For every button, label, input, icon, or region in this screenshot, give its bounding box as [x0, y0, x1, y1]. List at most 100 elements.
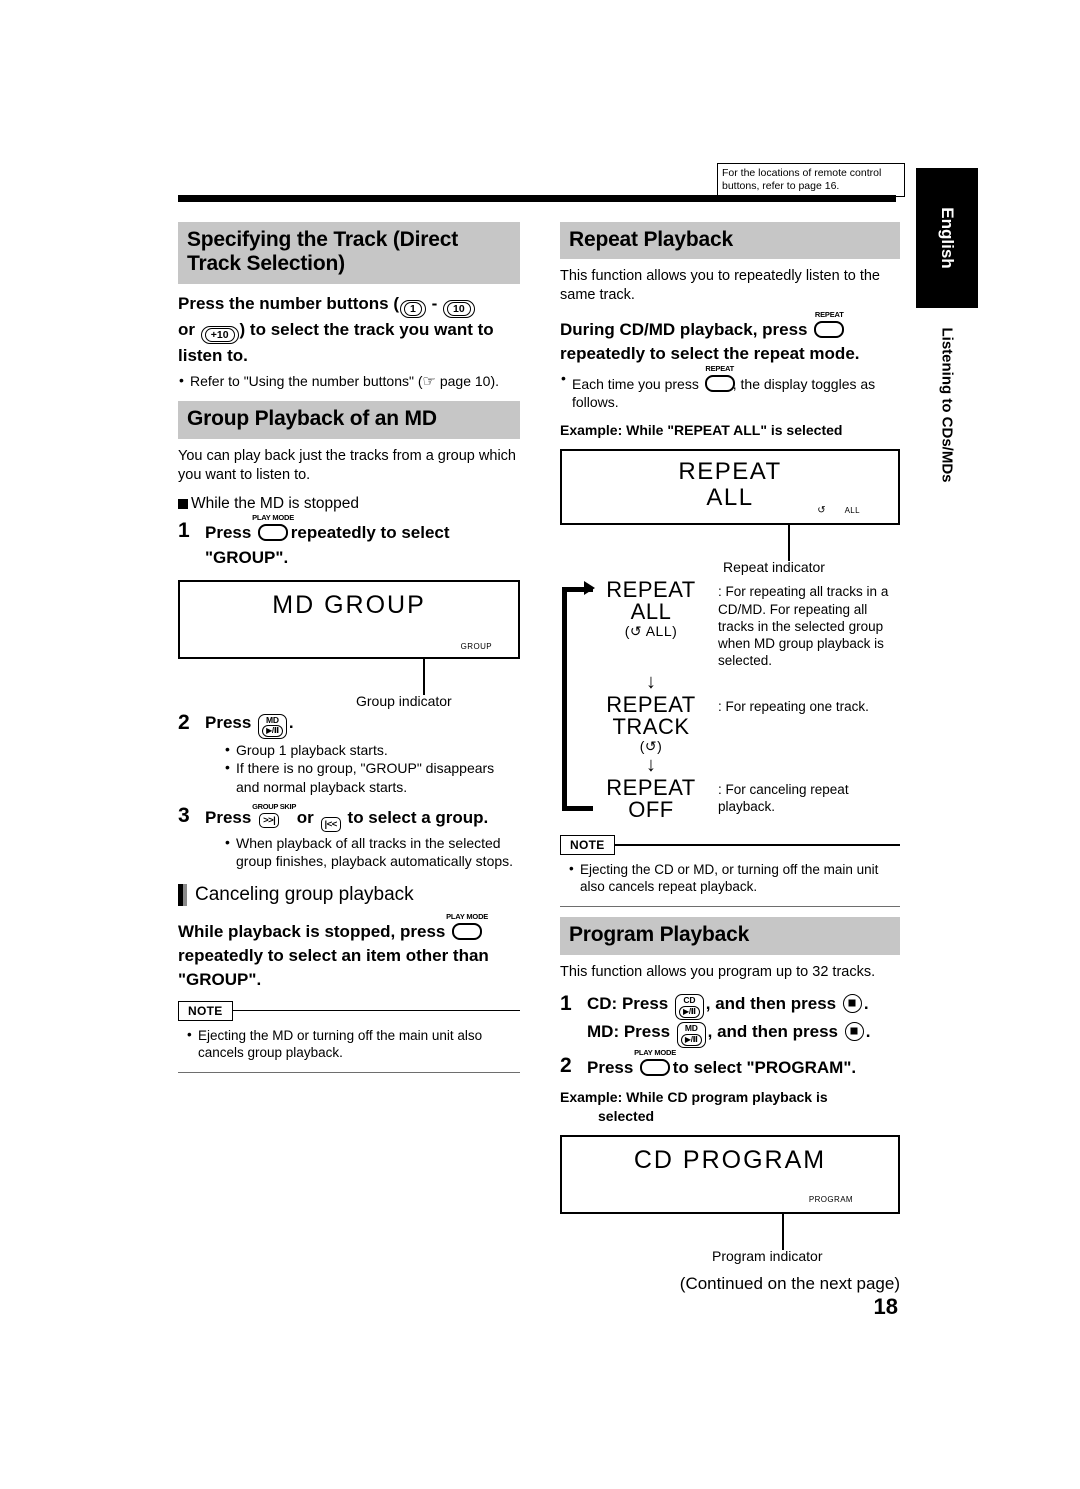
section-title-program-playback: Program Playback [560, 917, 900, 955]
play-pause-icon: ▶/Ⅱ [679, 1005, 700, 1018]
program-step-2: 2 Press PLAY MODE to select "PROGRAM". [560, 1049, 900, 1081]
language-tab: English [916, 168, 978, 308]
direct-track-bullets: Refer to "Using the number buttons" (☞ p… [178, 371, 520, 392]
program-indicator-icon: PROGRAM [808, 1194, 853, 1204]
step-3: 3 Press GROUP SKIP >>| or |<< to select … [178, 803, 520, 832]
cd-text-c: . [863, 993, 869, 1013]
cycle-label: REPEAT ALL (↺ ALL) [592, 579, 710, 669]
number-button-1-icon[interactable]: 1 [400, 299, 426, 318]
step-1: 1 Press PLAY MODE repeatedly to select "… [178, 514, 520, 570]
note-label: NOTE [178, 1000, 233, 1021]
subsection-bar-icon [178, 884, 187, 907]
canceling-instruction: While playback is stopped, press PLAY MO… [178, 913, 520, 992]
manual-page: For the locations of remote control butt… [0, 0, 1080, 1489]
range-dash: - [431, 293, 438, 313]
repeat-loop-indicator-icon: ↺ [817, 505, 826, 517]
stop-button-icon[interactable] [844, 1021, 864, 1041]
group-skip-forward-button-icon[interactable]: GROUP SKIP >>| [252, 803, 296, 828]
bullet-text-b: page 10). [439, 372, 500, 389]
number-button-1-label: 1 [404, 301, 422, 316]
list-item: Refer to "Using the number buttons" (☞ p… [178, 371, 520, 392]
cycle-description: : For repeating one track. [718, 698, 869, 714]
play-pause-icon: ▶/Ⅱ [680, 1033, 702, 1046]
step-text-a: Press [205, 807, 252, 827]
direct-track-instruction: Press the number buttons (1 - 10 or +10)… [178, 292, 520, 368]
canceling-text-b: repeatedly to select an item other than … [178, 946, 489, 990]
step-text-a: Press [205, 522, 252, 542]
md-play-pause-button-icon[interactable]: MD ▶/Ⅱ [258, 713, 287, 740]
list-item: Each time you press REPEAT , the display… [560, 365, 900, 411]
step-number: 2 [178, 711, 190, 735]
cycle-arrow-icon [584, 581, 595, 596]
cycle-label-line1: REPEAT [606, 774, 696, 800]
continued-note: (Continued on the next page) [679, 1273, 900, 1293]
cd-button-top-label: CD [683, 995, 696, 1006]
example-caption-line1: Example: While CD program playback is [560, 1089, 828, 1106]
note-bottom-rule [560, 905, 900, 908]
skip-forward-icon: >>| [259, 812, 280, 828]
step-2: 2 Press MD ▶/Ⅱ . [178, 711, 520, 740]
canceling-text-a: While playback is stopped, press [178, 922, 446, 942]
repeat-text-b: repeatedly to select the repeat mode. [560, 343, 860, 363]
repeat-button-icon[interactable]: REPEAT [812, 311, 845, 338]
repeat-all-display: REPEAT ALL ↺ ALL Repeat indicator [560, 449, 900, 575]
step-text: Press PLAY MODE to select "PROGRAM". [587, 1049, 900, 1081]
language-tab-label: English [938, 207, 957, 269]
cycle-label-line2: ALL [630, 599, 672, 625]
pointer-caption: Repeat indicator [723, 559, 825, 576]
instruction-text-b: or [178, 319, 195, 339]
cycle-label-line1: REPEAT [606, 691, 696, 717]
note-label: NOTE [560, 834, 615, 855]
list-item: Ejecting the CD or MD, or turning off th… [568, 860, 900, 896]
section-title-direct-track-selection: Specifying the Track (Direct Track Selec… [178, 222, 520, 284]
md-text-a: MD: Press [587, 1021, 671, 1041]
subhead-label: While the MD is stopped [191, 494, 359, 512]
repeat-button-icon[interactable]: REPEAT [703, 365, 735, 392]
cycle-label: REPEAT TRACK (↺) [592, 691, 710, 754]
play-mode-button-icon[interactable]: PLAY MODE [634, 1049, 676, 1076]
list-item: Ejecting the MD or turning off the main … [186, 1026, 520, 1062]
play-mode-button-icon[interactable]: PLAY MODE [446, 913, 488, 941]
md-play-pause-button-icon[interactable]: MD ▶/Ⅱ [676, 1022, 706, 1048]
md-text-b: , and then press [707, 1021, 838, 1041]
cycle-description: : For repeating all tracks in a CD/MD. F… [718, 584, 889, 669]
play-mode-button-icon[interactable]: PLAY MODE [252, 514, 294, 541]
step-text-or: or [296, 807, 314, 827]
cycle-indicator-note: (↺) [639, 737, 663, 754]
play-mode-button-label: PLAY MODE [634, 1047, 677, 1057]
note-bottom-rule [178, 1071, 520, 1074]
section-title-repeat-playback: Repeat Playback [560, 222, 900, 260]
program-example-caption: Example: While CD program playback is se… [560, 1088, 900, 1124]
md-group-display: MD GROUP GROUP Group indicator [178, 580, 520, 709]
program-playback-intro: This function allows you program up to 3… [560, 963, 876, 980]
skip-backward-button-icon[interactable]: |<< [320, 816, 341, 832]
cd-program-display: CD PROGRAM PROGRAM Program indicator [560, 1134, 900, 1264]
right-column: Repeat Playback This function allows you… [560, 222, 900, 1311]
repeat-example-caption: Example: While "REPEAT ALL" is selected [560, 422, 843, 439]
bullet-text-a: Each time you press [572, 375, 699, 392]
list-item: If there is no group, "GROUP" disappears… [224, 758, 520, 795]
number-button-plus10-icon[interactable]: +10 [200, 325, 239, 344]
left-column: Specifying the Track (Direct Track Selec… [178, 222, 520, 1079]
pointer-caption: Group indicator [356, 693, 452, 710]
step-3-bullets: When playback of all tracks in the selec… [224, 833, 520, 870]
page-number: 18 [873, 1294, 898, 1319]
cycle-label: REPEAT OFF [592, 774, 710, 821]
stop-button-icon[interactable] [842, 993, 862, 1013]
pointing-hand-icon: ☞ [422, 372, 436, 390]
cd-play-pause-button-icon[interactable]: CD ▶/Ⅱ [675, 994, 704, 1020]
cycle-description: : For canceling repeat playback. [718, 781, 849, 815]
display-text: MD GROUP [272, 591, 426, 620]
display-line-1: REPEAT [678, 458, 782, 486]
step-text: Press MD ▶/Ⅱ . [205, 711, 520, 740]
group-playback-intro: You can play back just the tracks from a… [178, 447, 516, 483]
program-indicator-pointer: Program indicator [560, 1213, 900, 1264]
repeat-instruction: During CD/MD playback, press REPEAT repe… [560, 311, 900, 366]
list-item: When playback of all tracks in the selec… [224, 833, 520, 870]
cd-text-a: CD: Press [587, 993, 669, 1013]
repeat-indicator-pointer: Repeat indicator [560, 525, 900, 575]
subsection-title: Canceling group playback [195, 884, 414, 906]
note-items: Ejecting the CD or MD, or turning off th… [568, 860, 900, 896]
group-playback-subhead: While the MD is stopped [178, 495, 520, 513]
number-button-10-icon[interactable]: 10 [443, 299, 475, 318]
